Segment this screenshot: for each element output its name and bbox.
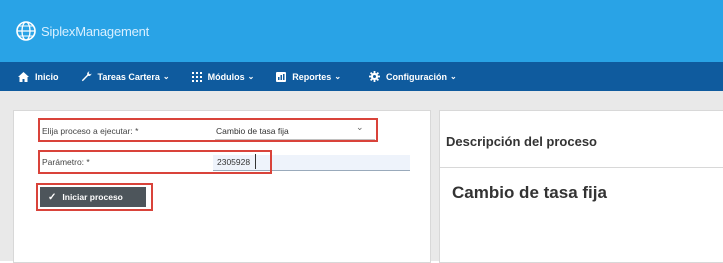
nav-label: Módulos <box>207 71 245 82</box>
select-underline <box>215 139 375 140</box>
text-cursor <box>255 154 256 169</box>
nav-item-configuracion[interactable]: Configuración ⌄ <box>369 62 457 91</box>
gear-icon <box>369 71 381 82</box>
parameter-value[interactable]: 2305928 <box>217 157 250 167</box>
description-title: Descripción del proceso <box>446 134 597 149</box>
nav-item-modulos[interactable]: Módulos ⌄ <box>191 62 255 91</box>
report-icon <box>276 71 287 82</box>
nav-item-tareas-cartera[interactable]: Tareas Cartera ⌄ <box>81 62 170 91</box>
app-header: SiplexManagement <box>0 0 723 62</box>
nav-label: Configuración <box>386 71 448 82</box>
chevron-down-icon: ⌄ <box>450 72 457 81</box>
brand-logo[interactable]: SiplexManagement <box>15 17 149 45</box>
start-process-label: Iniciar proceso <box>62 192 123 202</box>
grid-icon <box>191 71 202 82</box>
chevron-down-icon: ⌄ <box>162 72 170 81</box>
brand-name: SiplexManagement <box>41 23 150 39</box>
nav-item-inicio[interactable]: Inicio <box>18 62 59 91</box>
globe-icon <box>16 21 36 41</box>
nav-label: Reportes <box>292 71 332 82</box>
description-process-name: Cambio de tasa fija <box>452 183 607 202</box>
wrench-icon <box>81 71 92 82</box>
process-select[interactable]: Cambio de tasa fija <box>216 126 289 136</box>
home-icon <box>18 71 29 82</box>
nav-label: Tareas Cartera <box>97 71 160 82</box>
parameter-label: Parámetro: * <box>42 157 90 167</box>
chevron-down-icon: ⌄ <box>334 72 342 81</box>
chevron-down-icon: ⌄ <box>247 72 255 81</box>
process-label: Elija proceso a ejecutar: * <box>42 126 139 136</box>
nav-item-reportes[interactable]: Reportes ⌄ <box>276 62 341 91</box>
check-icon: ✓ <box>48 191 57 203</box>
chevron-down-icon[interactable]: ⌄ <box>356 122 364 133</box>
start-process-button[interactable]: ✓ Iniciar proceso <box>40 187 146 207</box>
nav-label: Inicio <box>35 71 59 82</box>
main-navbar: Inicio Tareas Cartera ⌄ Módulos ⌄ Report… <box>0 62 723 91</box>
